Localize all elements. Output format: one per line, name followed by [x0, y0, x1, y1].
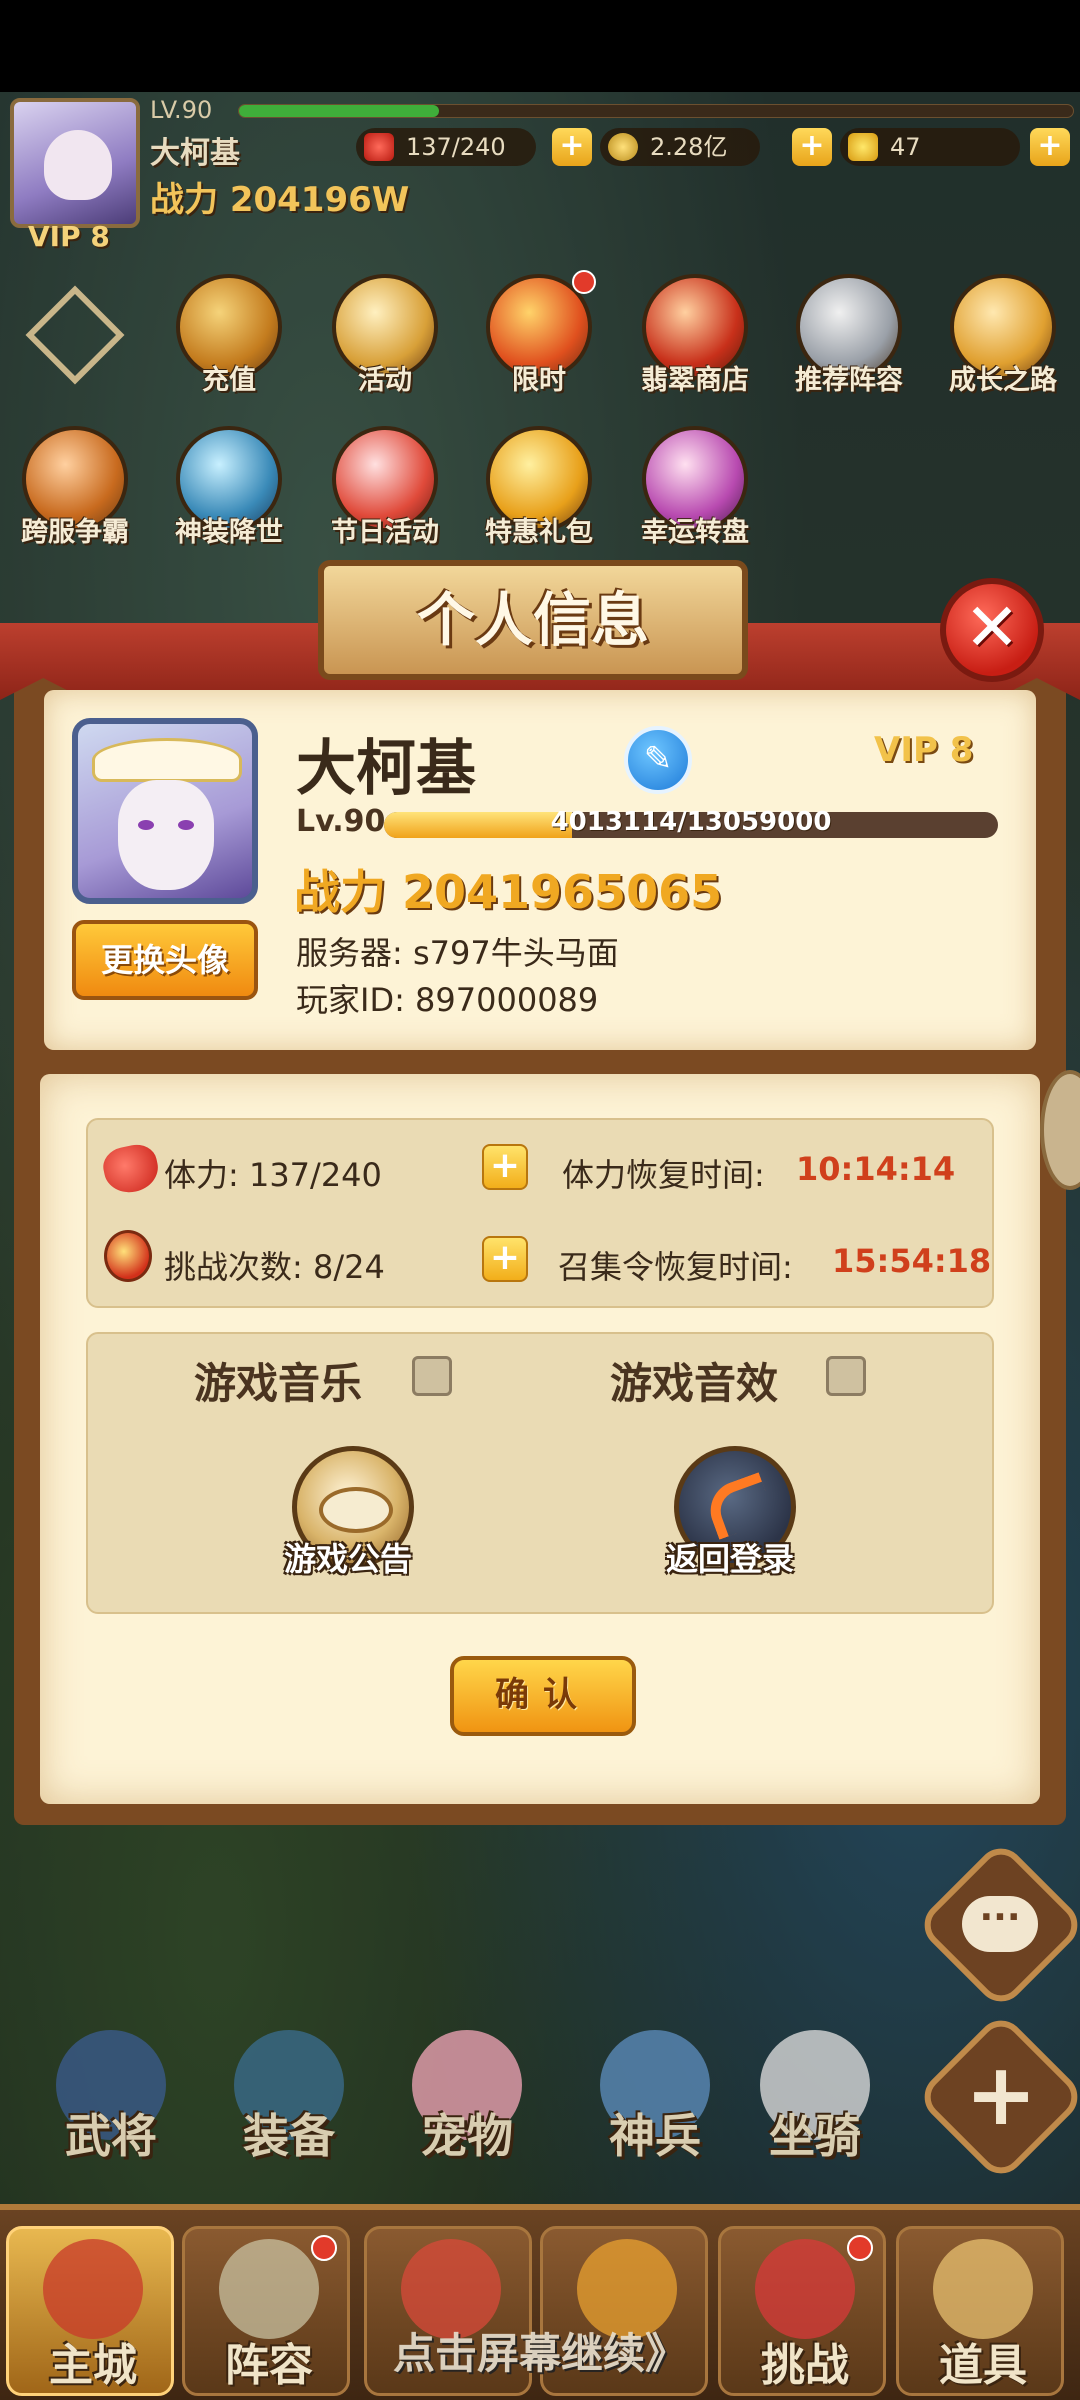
hud-level-bar [238, 104, 1074, 118]
activity-special-pack[interactable]: 特惠礼包 [474, 426, 604, 556]
gold-value: 2.28亿 [650, 133, 728, 161]
sound-checkbox[interactable] [826, 1356, 866, 1396]
player-power: 战力 2041965065 [294, 865, 723, 919]
top-hud: VIP 8 LV.90 大柯基 战力 204196W 137/240 + 2.2… [0, 92, 1080, 253]
stamina-resource: 137/240 [356, 128, 536, 166]
activity-cross-server[interactable]: 跨服争霸 [10, 426, 140, 556]
heart-icon [364, 133, 394, 161]
chat-icon: ··· [962, 1896, 1038, 1952]
activity-recharge[interactable]: 充值 [164, 274, 294, 404]
challenge-add-button[interactable]: + [482, 1236, 528, 1282]
summon-recover-time: 15:54:18 [832, 1242, 992, 1280]
hud-power: 战力 204196W [150, 180, 410, 220]
ingot-value: 47 [890, 133, 921, 161]
edit-name-icon[interactable]: ✎ [624, 726, 692, 794]
ingot-plus-button[interactable]: + [1030, 128, 1070, 166]
hud-player-name: 大柯基 [150, 136, 240, 171]
notification-dot [311, 2235, 337, 2261]
challenge-badge-icon [104, 1230, 152, 1282]
nav-challenge[interactable]: 挑战 [718, 2226, 886, 2396]
activity-divine-gear[interactable]: 神装降世 [164, 426, 294, 556]
stamina-plus-button[interactable]: + [552, 128, 592, 166]
notification-dot [847, 2235, 873, 2261]
player-name: 大柯基 [296, 734, 476, 804]
char-divine-weapons[interactable]: 神兵 [580, 2030, 730, 2180]
stamina-recover-label: 体力恢复时间: [562, 1156, 765, 1194]
activity-jade-shop[interactable]: 翡翠商店 [630, 274, 760, 404]
scroll-icon [319, 1487, 393, 1533]
close-button[interactable]: ✕ [940, 578, 1044, 682]
activity-recommended-lineup[interactable]: 推荐阵容 [784, 274, 914, 404]
summon-recover-label: 召集令恢复时间: [558, 1248, 793, 1286]
char-equipment[interactable]: 装备 [214, 2030, 364, 2180]
gold-resource: 2.28亿 [600, 128, 760, 166]
hud-level-bar-fill [239, 105, 440, 117]
notice-label: 游戏公告 [284, 1540, 413, 1578]
hud-vip: VIP 8 [28, 220, 110, 253]
ingot-resource: 47 [840, 128, 1020, 166]
activity-events[interactable]: 活动 [320, 274, 450, 404]
stamina-add-button[interactable]: + [482, 1144, 528, 1190]
back-login-label: 返回登录 [666, 1540, 795, 1578]
coin-icon [608, 133, 638, 161]
nav-lineup[interactable]: 阵容 [182, 2226, 350, 2396]
exp-text: 4013114/13059000 [550, 807, 832, 837]
server-info: 服务器: s797牛头马面 [296, 934, 619, 972]
plus-icon: + [964, 2045, 1038, 2145]
nav-items[interactable]: 道具 [896, 2226, 1064, 2396]
confirm-button[interactable]: 确认 [450, 1656, 636, 1736]
activity-limited[interactable]: 限时 [474, 270, 604, 404]
activity-lucky-wheel[interactable]: 幸运转盘 [630, 426, 760, 556]
sound-label: 游戏音效 [610, 1359, 779, 1408]
stamina-stat: 体力: 137/240 [164, 1156, 382, 1194]
vip-badge: VIP 8 [874, 730, 974, 770]
dialog-title: 个人信息 [416, 586, 649, 654]
music-checkbox[interactable] [412, 1356, 452, 1396]
gold-plus-button[interactable]: + [792, 128, 832, 166]
activity-growth-path[interactable]: 成长之路 [938, 274, 1068, 404]
notification-dot [572, 270, 596, 294]
char-pets[interactable]: 宠物 [392, 2030, 542, 2180]
player-level: Lv.90 [296, 804, 386, 839]
stamina-recover-time: 10:14:14 [796, 1150, 956, 1188]
player-avatar[interactable] [72, 718, 258, 904]
challenge-stat: 挑战次数: 8/24 [164, 1248, 385, 1286]
hud-avatar[interactable] [10, 98, 140, 228]
stamina-value: 137/240 [406, 133, 506, 161]
continue-hint[interactable]: 点击屏幕继续》 [380, 2320, 700, 2381]
player-id: 玩家ID: 897000089 [296, 981, 599, 1019]
nav-main-city[interactable]: 主城 [6, 2226, 174, 2396]
hud-level: LV.90 [150, 96, 213, 124]
char-mounts[interactable]: 坐骑 [740, 2030, 890, 2180]
activity-festival[interactable]: 节日活动 [320, 426, 450, 556]
ingot-icon [848, 133, 878, 161]
return-arrow-icon [702, 1472, 776, 1540]
char-generals[interactable]: 武将 [36, 2030, 186, 2180]
music-label: 游戏音乐 [194, 1359, 363, 1408]
change-avatar-button[interactable]: 更换头像 [72, 920, 258, 1000]
